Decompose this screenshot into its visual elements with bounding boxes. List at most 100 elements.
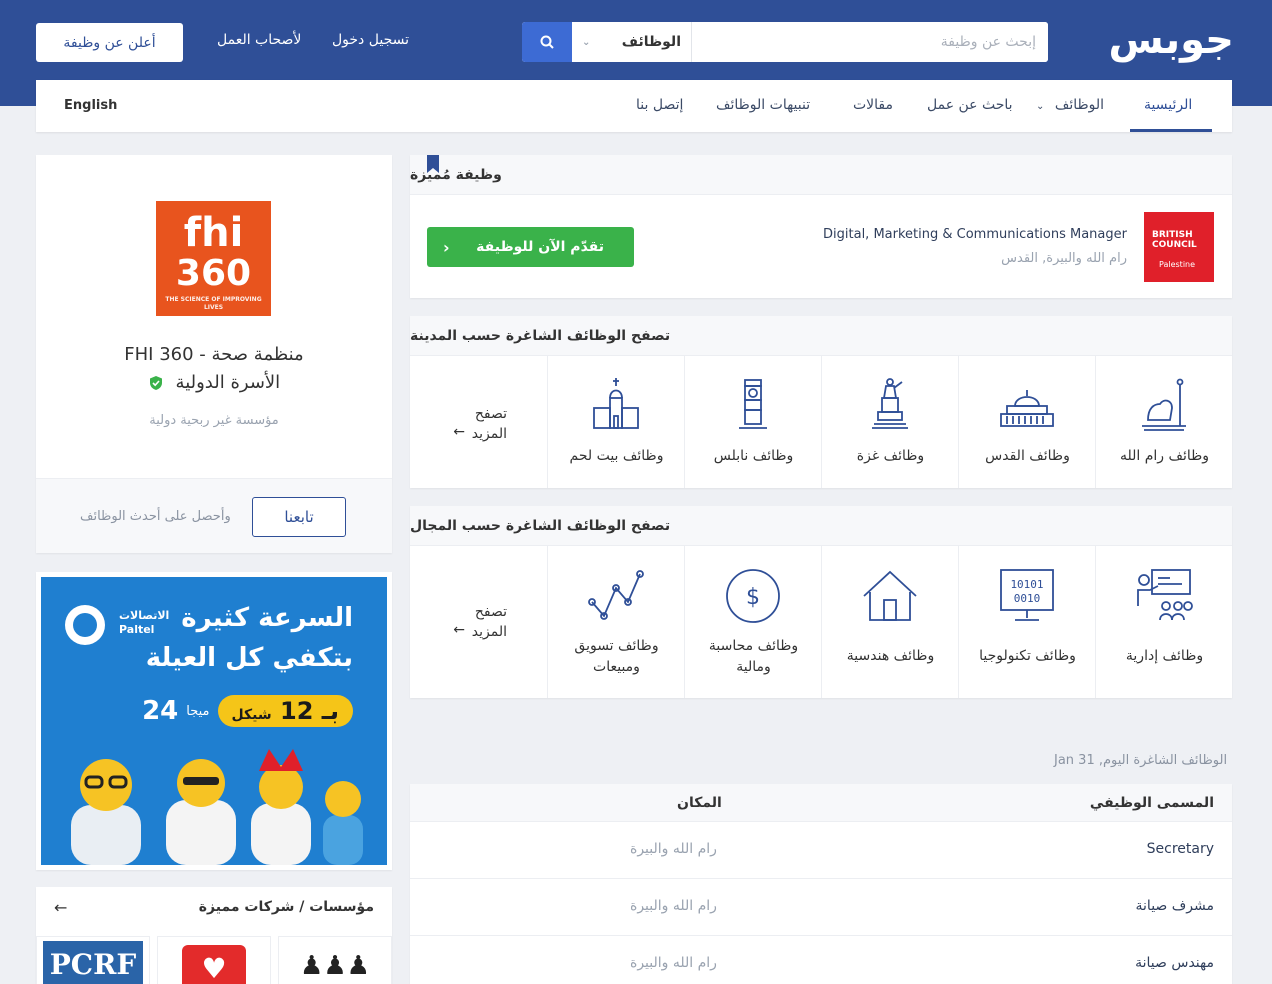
login-link[interactable]: تسجيل دخول xyxy=(332,32,409,48)
dollar-icon: $ xyxy=(726,569,780,623)
field-tile-marketing[interactable]: وظائف تسويق ومبيعات xyxy=(547,546,684,698)
browse-more-cities[interactable]: تصفح المزيد ← xyxy=(410,356,547,488)
language-switch[interactable]: English xyxy=(64,98,117,113)
nav-item-home[interactable]: الرئيسية xyxy=(1144,97,1192,113)
ad-people-illustration xyxy=(71,749,363,865)
nav-item-jobs-label: الوظائف xyxy=(1054,97,1105,113)
field-tile-label: وظائف محاسبة ومالية xyxy=(685,636,822,678)
ad-price-row: بـ 12 شيكل ميجا 24 xyxy=(142,691,353,731)
british-council-logo-text: BRITISH COUNCIL xyxy=(1152,230,1197,250)
job-title-link[interactable]: مهندس صيانة xyxy=(1135,955,1214,971)
nav-item-job-alerts[interactable]: تنبيهات الوظائف xyxy=(716,97,810,113)
search-category-value: الوظائف xyxy=(621,34,681,50)
svg-text:0010: 0010 xyxy=(1014,592,1041,605)
arrow-left-icon[interactable]: ← xyxy=(54,898,67,917)
computer-icon: 10101 0010 xyxy=(1000,569,1054,621)
field-tile-label-line1: وظائف تسويق xyxy=(574,638,659,654)
paltel-brand-ar: الاتصالات xyxy=(119,609,170,622)
city-tile-jerusalem[interactable]: وظائف القدس xyxy=(958,356,1095,488)
field-tile-management[interactable]: وظائف إدارية xyxy=(1095,546,1232,698)
follow-button[interactable]: تابعنا xyxy=(252,497,346,537)
table-row[interactable]: مشرف صيانة رام الله والبيرة xyxy=(410,879,1232,936)
column-header-location: المكان xyxy=(677,795,722,811)
table-header: المسمى الوظيفي المكان xyxy=(410,784,1232,822)
company-logo-pcrf[interactable]: PCRF xyxy=(36,936,150,984)
nav-item-contact[interactable]: إتصل بنا xyxy=(636,97,683,113)
search-category-select[interactable]: الوظائف ⌄ xyxy=(572,22,692,62)
browse-more-line1: تصفح xyxy=(474,604,507,620)
ad-price-prefix: بـ xyxy=(321,697,339,725)
company-logo[interactable]: fhi 360 THE SCIENCE OF IMPROVING LIVES xyxy=(156,201,271,316)
paltel-logo: الاتصالات Paltel xyxy=(65,605,175,645)
table-row[interactable]: Secretary رام الله والبيرة xyxy=(410,822,1232,879)
bookmark-icon[interactable] xyxy=(426,155,440,173)
browse-by-city-title: تصفح الوظائف الشاغرة حسب المدينة xyxy=(410,327,671,344)
job-title-link[interactable]: مشرف صيانة xyxy=(1136,898,1214,914)
company-logo-line2: 360 xyxy=(175,253,252,294)
browse-more-fields[interactable]: تصفح المزيد ← xyxy=(410,546,547,698)
british-council-line2: COUNCIL xyxy=(1152,240,1197,250)
browse-more-line1: تصفح xyxy=(474,406,507,422)
company-name-line1: منظمة صحة - FHI 360 xyxy=(124,344,304,365)
field-tile-label: وظائف هندسية xyxy=(846,648,935,664)
browse-more-line2: المزيد xyxy=(471,426,507,442)
chevron-down-icon: ⌄ xyxy=(1036,101,1045,112)
field-tile-technology[interactable]: 10101 0010 وظائف تكنولوجيا xyxy=(958,546,1095,698)
pcrf-logo-text: PCRF xyxy=(43,941,143,984)
nav-item-job-seeker[interactable]: باحث عن عمل xyxy=(927,97,1013,113)
city-tile-label: وظائف نابلس xyxy=(713,448,794,464)
ad-price-unit: شيكل xyxy=(231,707,272,723)
browse-more-line2: المزيد xyxy=(471,624,507,640)
field-tile-engineering[interactable]: وظائف هندسية xyxy=(821,546,958,698)
post-job-button[interactable]: أعلن عن وظيفة xyxy=(36,23,183,62)
city-tile-label: وظائف رام الله xyxy=(1119,448,1210,464)
field-tiles: وظائف إدارية 10101 0010 وظائف تكنولوجيا … xyxy=(410,546,1232,698)
browse-by-field-title: تصفح الوظائف الشاغرة حسب المجال xyxy=(410,517,671,534)
city-tile-gaza[interactable]: وظائف غزة xyxy=(821,356,958,488)
search-button[interactable] xyxy=(522,22,572,62)
nav-active-underline xyxy=(1130,129,1212,132)
field-tile-accounting[interactable]: $ وظائف محاسبة ومالية xyxy=(684,546,821,698)
paltel-ring-inner xyxy=(73,613,97,637)
company-follow-bar: تابعنا وأحصل على أحدث الوظائف xyxy=(36,478,392,553)
site-logo[interactable]: جوبس xyxy=(1102,16,1234,64)
company-logo-line1: fhi xyxy=(183,210,244,256)
search-input[interactable] xyxy=(694,22,1048,62)
browse-by-city-header: تصفح الوظائف الشاغرة حسب المدينة xyxy=(410,316,1232,356)
featured-job-link[interactable]: Digital, Marketing & Communications Mana… xyxy=(823,227,1127,242)
field-tile-label: وظائف إدارية xyxy=(1125,648,1204,664)
job-title-link[interactable]: Secretary xyxy=(1147,841,1214,857)
featured-job-card: وظيفة مُميزة BRITISH COUNCIL Palestine D… xyxy=(410,155,1232,298)
apply-button[interactable]: تقدّم الآن للوظيفة ‹ xyxy=(427,227,634,267)
field-tile-label: وظائف تسويق ومبيعات xyxy=(548,636,685,678)
company-logo-people[interactable]: ♟♟♟ xyxy=(278,936,392,984)
nav-item-articles[interactable]: مقالات xyxy=(853,97,893,113)
chevron-left-icon: ‹ xyxy=(443,238,450,257)
company-name[interactable]: منظمة صحة - FHI 360 الأسرة الدولية xyxy=(36,341,392,397)
ad-price-value: 12 xyxy=(280,697,314,725)
todays-jobs-label: الوظائف الشاغرة اليوم, Jan 31 xyxy=(1054,753,1228,768)
job-location: رام الله والبيرة xyxy=(630,898,717,914)
ad-speed-value: 24 xyxy=(142,696,179,726)
nav-item-jobs[interactable]: الوظائف ⌄ xyxy=(1036,97,1104,113)
city-tile-bethlehem[interactable]: وظائف بيت لحم xyxy=(547,356,684,488)
soldier-monument-icon xyxy=(872,378,908,429)
city-tile-ramallah[interactable]: وظائف رام الله xyxy=(1095,356,1232,488)
company-card: fhi 360 THE SCIENCE OF IMPROVING LIVES م… xyxy=(36,155,392,553)
ad-banner[interactable]: الاتصالات Paltel السرعة كثيرة بتكفي كل ا… xyxy=(36,572,392,870)
table-row[interactable]: مهندس صيانة رام الله والبيرة xyxy=(410,936,1232,984)
arrow-left-icon: ← xyxy=(453,622,465,638)
arrow-left-icon: ← xyxy=(453,424,465,440)
ad-headline-2: بتكفي كل العيلة xyxy=(145,643,353,673)
browse-more-label: تصفح المزيد xyxy=(472,404,507,444)
featured-job-title: وظيفة مُميزة xyxy=(410,166,502,183)
employers-link[interactable]: لأصحاب العمل xyxy=(217,32,301,48)
search-bar: الوظائف ⌄ xyxy=(522,22,1048,62)
city-tile-nablus[interactable]: وظائف نابلس xyxy=(684,356,821,488)
heart-icon: ♥ xyxy=(182,945,246,984)
british-council-country: Palestine xyxy=(1159,260,1196,269)
company-name-line2: الأسرة الدولية xyxy=(175,372,281,393)
company-logo-heart[interactable]: ♥ xyxy=(157,936,271,984)
british-council-logo[interactable]: BRITISH COUNCIL Palestine xyxy=(1144,212,1214,282)
browse-by-field-card: تصفح الوظائف الشاغرة حسب المجال وظائف إد… xyxy=(410,506,1232,698)
